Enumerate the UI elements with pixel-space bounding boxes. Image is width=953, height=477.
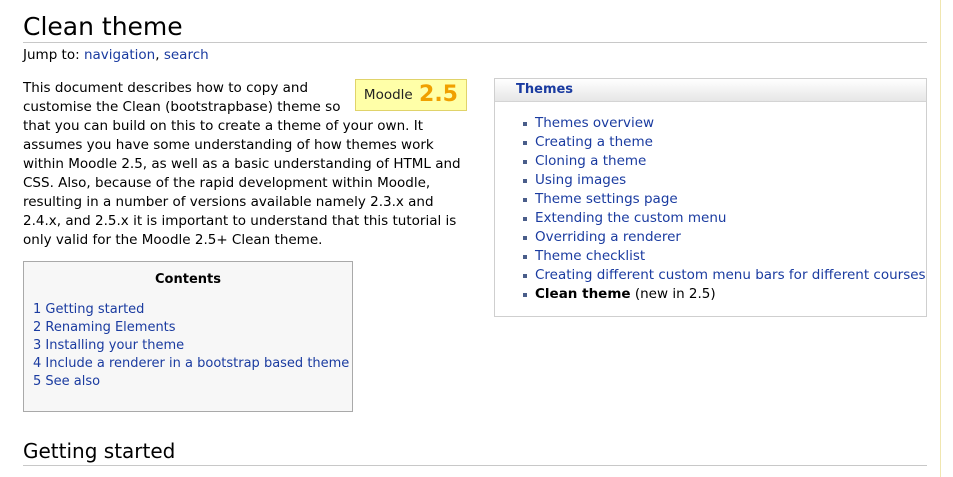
wiki-page: Clean theme Jump to: navigation, search …	[0, 0, 953, 477]
themes-link-settings-page[interactable]: Theme settings page	[535, 191, 678, 207]
themes-list-item: Themes overview	[523, 114, 926, 133]
toc-list: 1 Getting started 2 Renaming Elements 3 …	[24, 301, 352, 391]
square-bullet-icon	[523, 198, 527, 202]
themes-list-item: Creating different custom menu bars for …	[523, 266, 926, 285]
themes-link-using-images[interactable]: Using images	[535, 172, 626, 188]
toc-item: 4 Include a renderer in a bootstrap base…	[33, 355, 352, 373]
page-title: Clean theme	[23, 12, 183, 41]
themes-link-overview[interactable]: Themes overview	[535, 115, 654, 131]
square-bullet-icon	[523, 236, 527, 240]
themes-list-item: Creating a theme	[523, 133, 926, 152]
square-bullet-icon	[523, 293, 527, 297]
jump-to-label: Jump to:	[23, 47, 80, 63]
themes-navbox-title[interactable]: Themes	[495, 79, 926, 102]
square-bullet-icon	[523, 274, 527, 278]
table-of-contents: Contents 1 Getting started 2 Renaming El…	[23, 261, 353, 412]
themes-list-item: Theme checklist	[523, 247, 926, 266]
toc-link-installing-theme[interactable]: 3 Installing your theme	[33, 338, 184, 353]
themes-navbox-title-text: Themes	[516, 82, 574, 97]
themes-list-item: Overriding a renderer	[523, 228, 926, 247]
jump-separator: ,	[155, 47, 164, 63]
themes-list-item-current: Clean theme (new in 2.5)	[523, 285, 926, 304]
themes-list-item: Theme settings page	[523, 190, 926, 209]
jump-navigation-link[interactable]: navigation	[84, 47, 155, 63]
themes-current-label: Clean theme	[535, 286, 631, 302]
moodle-version-badge: Moodle 2.5	[354, 79, 467, 111]
jump-to-bar: Jump to: navigation, search	[23, 47, 209, 64]
intro-paragraph: Moodle 2.5 This document describes how t…	[23, 79, 473, 250]
themes-link-checklist[interactable]: Theme checklist	[535, 248, 645, 264]
right-border	[940, 0, 941, 477]
title-divider	[23, 42, 927, 43]
themes-link-custom-menu-bars[interactable]: Creating different custom menu bars for …	[535, 267, 926, 283]
square-bullet-icon	[523, 141, 527, 145]
themes-list-item: Extending the custom menu	[523, 209, 926, 228]
toc-item: 3 Installing your theme	[33, 337, 352, 355]
toc-link-see-also[interactable]: 5 See also	[33, 374, 100, 389]
toc-link-renaming-elements[interactable]: 2 Renaming Elements	[33, 320, 176, 335]
themes-link-creating[interactable]: Creating a theme	[535, 134, 653, 150]
badge-version: 2.5	[419, 82, 458, 107]
toc-link-getting-started[interactable]: 1 Getting started	[33, 302, 144, 317]
toc-title: Contents	[155, 272, 221, 287]
square-bullet-icon	[523, 255, 527, 259]
badge-label: Moodle	[363, 87, 413, 103]
square-bullet-icon	[523, 122, 527, 126]
themes-navbox: Themes Themes overview Creating a theme …	[494, 78, 927, 317]
themes-list-item: Cloning a theme	[523, 152, 926, 171]
jump-search-link[interactable]: search	[164, 47, 209, 63]
square-bullet-icon	[523, 179, 527, 183]
section-divider	[23, 465, 927, 466]
toc-link-include-renderer[interactable]: 4 Include a renderer in a bootstrap base…	[33, 356, 349, 371]
themes-link-list: Themes overview Creating a theme Cloning…	[495, 114, 926, 304]
square-bullet-icon	[523, 160, 527, 164]
toc-item: 5 See also	[33, 373, 352, 391]
themes-current-note: (new in 2.5)	[634, 286, 716, 302]
square-bullet-icon	[523, 217, 527, 221]
themes-link-extending-menu[interactable]: Extending the custom menu	[535, 210, 726, 226]
section-heading-getting-started: Getting started	[23, 439, 176, 463]
toc-item: 2 Renaming Elements	[33, 319, 352, 337]
toc-item: 1 Getting started	[33, 301, 352, 319]
themes-link-cloning[interactable]: Cloning a theme	[535, 153, 646, 169]
themes-link-overriding-renderer[interactable]: Overriding a renderer	[535, 229, 681, 245]
themes-list-item: Using images	[523, 171, 926, 190]
